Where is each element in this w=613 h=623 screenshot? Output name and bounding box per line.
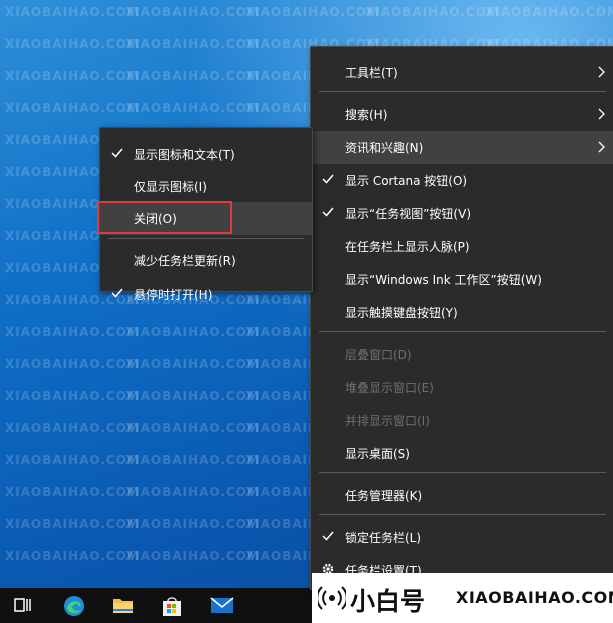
store-button[interactable] xyxy=(150,588,192,623)
watermark-tile: XIAOBAIHAO.COM xyxy=(125,517,260,531)
main-menu-item-label: 显示触摸键盘按钮(Y) xyxy=(345,306,458,320)
checkmark-icon xyxy=(111,148,123,158)
main-menu-item[interactable]: 任务管理器(K) xyxy=(311,479,613,512)
watermark-tile: XIAOBAIHAO.COM xyxy=(125,549,260,563)
main-menu-item-label: 堆叠显示窗口(E) xyxy=(345,381,434,395)
watermark-tile: XIAOBAIHAO.COM xyxy=(125,357,260,371)
main-menu-item-label: 任务管理器(K) xyxy=(345,489,423,503)
watermark-tile: XIAOBAIHAO.COM xyxy=(5,37,140,51)
submenu-item[interactable]: 悬停时打开(H) xyxy=(100,278,312,311)
main-menu-item: 并排显示窗口(I) xyxy=(311,404,613,437)
main-menu-item: 堆叠显示窗口(E) xyxy=(311,371,613,404)
main-menu-item-label: 显示 Cortana 按钮(O) xyxy=(345,174,468,188)
watermark-tile: XIAOBAIHAO.COM xyxy=(5,5,140,19)
watermark-tile: XIAOBAIHAO.COM xyxy=(5,549,140,563)
task-view-icon xyxy=(14,598,31,612)
watermark-tile: XIAOBAIHAO.COM xyxy=(365,5,500,19)
watermark-tile: XIAOBAIHAO.COM xyxy=(125,389,260,403)
main-menu-item[interactable]: 显示“任务视图”按钮(V) xyxy=(311,197,613,230)
main-menu-item-label: 并排显示窗口(I) xyxy=(345,414,430,428)
mail-icon xyxy=(210,597,234,613)
main-menu-item-label: 工具栏(T) xyxy=(345,66,398,80)
main-menu-item[interactable]: 显示触摸键盘按钮(Y) xyxy=(311,296,613,329)
chevron-right-icon xyxy=(598,108,605,120)
annotation-highlight-box xyxy=(97,201,232,234)
main-menu-item[interactable]: 显示 Cortana 按钮(O) xyxy=(311,164,613,197)
watermark-tile: XIAOBAIHAO.COM xyxy=(5,453,140,467)
watermark-tile: XIAOBAIHAO.COM xyxy=(125,421,260,435)
watermark-tile: XIAOBAIHAO.COM xyxy=(5,69,140,83)
main-menu-item[interactable]: 资讯和兴趣(N) xyxy=(311,131,613,164)
watermark-tile: XIAOBAIHAO.COM xyxy=(5,485,140,499)
edge-button[interactable] xyxy=(52,588,94,623)
main-menu-item-label: 显示桌面(S) xyxy=(345,447,410,461)
main-menu-item-label: 显示“任务视图”按钮(V) xyxy=(345,207,472,221)
watermark-tile: XIAOBAIHAO.COM xyxy=(125,5,260,19)
menu-separator xyxy=(319,514,606,515)
submenu-item-label: 减少任务栏更新(R) xyxy=(134,254,236,268)
watermark-tile: XIAOBAIHAO.COM xyxy=(125,37,260,51)
edge-icon xyxy=(64,596,84,616)
main-menu-item[interactable]: 工具栏(T) xyxy=(311,56,613,89)
main-menu-item-label: 锁定任务栏(L) xyxy=(345,531,422,545)
file-explorer-button[interactable] xyxy=(101,588,143,623)
main-menu-item-label: 层叠窗口(D) xyxy=(345,348,412,362)
file-explorer-icon xyxy=(113,599,133,613)
main-menu-item[interactable]: 显示“Windows Ink 工作区”按钮(W) xyxy=(311,263,613,296)
watermark-tile: XIAOBAIHAO.COM xyxy=(125,101,260,115)
chevron-right-icon xyxy=(598,141,605,153)
main-menu-item[interactable]: 搜索(H) xyxy=(311,98,613,131)
watermark-tile: XIAOBAIHAO.COM xyxy=(245,5,380,19)
submenu-item-label: 仅显示图标(I) xyxy=(134,180,207,194)
watermark-tile: XIAOBAIHAO.COM xyxy=(5,357,140,371)
main-menu-item[interactable]: 在任务栏上显示人脉(P) xyxy=(311,230,613,263)
store-icon xyxy=(163,597,181,616)
watermark-tile: XIAOBAIHAO.COM xyxy=(485,5,613,19)
watermark-tile: XIAOBAIHAO.COM xyxy=(5,389,140,403)
watermark-tile: XIAOBAIHAO.COM xyxy=(125,485,260,499)
checkmark-icon xyxy=(322,207,334,217)
main-menu-item[interactable]: 锁定任务栏(L) xyxy=(311,521,613,554)
menu-separator xyxy=(108,238,304,239)
signal-wave-icon xyxy=(318,586,346,610)
checkmark-icon xyxy=(322,174,334,184)
main-menu-item[interactable]: 显示桌面(S) xyxy=(311,437,613,470)
chevron-right-icon xyxy=(598,66,605,78)
submenu-item[interactable]: 仅显示图标(I) xyxy=(100,170,312,203)
task-view-button[interactable] xyxy=(2,588,44,623)
watermark-domain-text: XIAOBAIHAO.COM xyxy=(456,588,613,607)
watermark-tile: XIAOBAIHAO.COM xyxy=(5,421,140,435)
watermark-tile: XIAOBAIHAO.COM xyxy=(5,101,140,115)
watermark-tile: XIAOBAIHAO.COM xyxy=(5,325,140,339)
main-menu-item: 层叠窗口(D) xyxy=(311,338,613,371)
submenu-item[interactable]: 显示图标和文本(T) xyxy=(100,138,312,171)
watermark-tile: XIAOBAIHAO.COM xyxy=(5,517,140,531)
menu-separator xyxy=(319,91,606,92)
menu-separator xyxy=(319,331,606,332)
menu-separator xyxy=(319,472,606,473)
main-menu-item-label: 在任务栏上显示人脉(P) xyxy=(345,240,470,254)
checkmark-icon xyxy=(111,288,123,298)
main-menu-item-label: 资讯和兴趣(N) xyxy=(345,141,424,155)
watermark-chinese-text: 小白号 xyxy=(350,587,426,616)
main-menu-item-label: 显示“Windows Ink 工作区”按钮(W) xyxy=(345,273,542,287)
submenu-item[interactable]: 减少任务栏更新(R) xyxy=(100,244,312,277)
submenu-item-label: 悬停时打开(H) xyxy=(134,288,213,302)
watermark-tile: XIAOBAIHAO.COM xyxy=(125,325,260,339)
main-menu-item-label: 搜索(H) xyxy=(345,108,388,122)
watermark-tile: XIAOBAIHAO.COM xyxy=(125,69,260,83)
submenu-item-label: 显示图标和文本(T) xyxy=(134,148,235,162)
taskbar-context-menu: 工具栏(T) 搜索(H) 资讯和兴趣(N) 显示 Cortana 按钮(O) 显示“任务… xyxy=(310,46,613,590)
mail-button[interactable] xyxy=(199,588,241,623)
checkmark-icon xyxy=(322,531,334,541)
watermark-tile: XIAOBAIHAO.COM xyxy=(125,453,260,467)
watermark-banner: 小白号 XIAOBAIHAO.COM xyxy=(312,573,613,623)
